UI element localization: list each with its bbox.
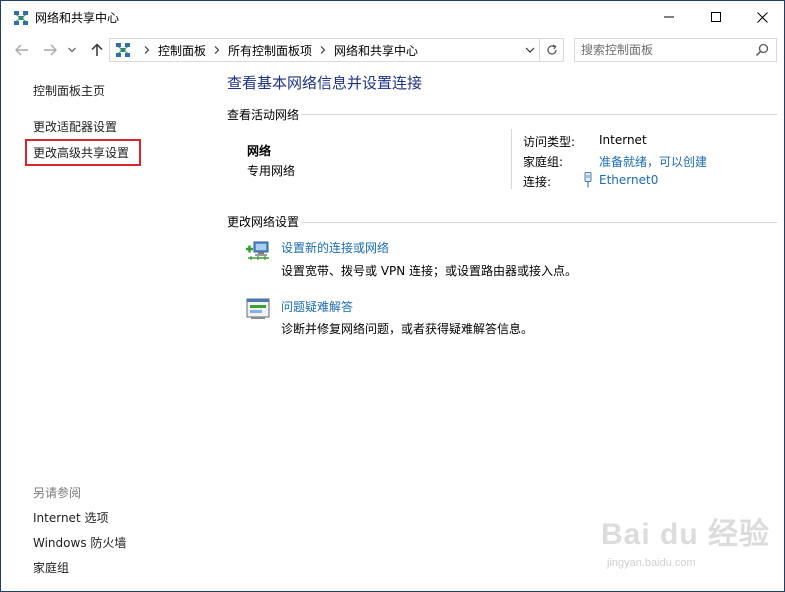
watermark-text: Bai du 经验 — [601, 518, 771, 551]
close-button[interactable] — [739, 1, 784, 33]
arrow-up-icon — [91, 43, 103, 56]
access-type-label: 访问类型: — [523, 135, 576, 149]
network-type[interactable]: 专用网络 — [247, 162, 295, 179]
up-button[interactable] — [88, 41, 106, 59]
troubleshoot-desc: 诊断并修复网络问题，或者获得疑难解答信息。 — [281, 322, 534, 336]
arrow-right-icon — [44, 44, 57, 56]
breadcrumb-control-panel[interactable]: 控制面板 — [158, 42, 206, 59]
setup-new-connection-desc: 设置宽带、拨号或 VPN 连接；或设置路由器或接入点。 — [281, 264, 578, 278]
arrow-left-icon — [15, 44, 28, 56]
refresh-icon — [546, 44, 557, 55]
refresh-button[interactable] — [540, 38, 564, 62]
control-panel-home-link[interactable]: 控制面板主页 — [33, 83, 105, 99]
window-title: 网络和共享中心 — [35, 11, 120, 25]
change-network-settings-heading: 更改网络设置 — [227, 215, 300, 229]
back-button[interactable] — [13, 41, 31, 59]
section-divider — [301, 222, 777, 223]
breadcrumb-all-items[interactable]: 所有控制面板项 — [228, 42, 312, 59]
baidu-watermark: Bai du 经验 jingyan.baidu.com — [601, 509, 779, 589]
address-bar[interactable]: 控制面板 所有控制面板项 网络和共享中心 — [109, 38, 540, 62]
homegroup-value-link[interactable]: 准备就绪，可以创建 — [599, 153, 707, 170]
chevron-right-icon[interactable] — [214, 46, 220, 54]
active-networks-heading: 查看活动网络 — [227, 108, 300, 122]
troubleshoot-icon[interactable] — [245, 296, 271, 322]
ethernet-icon — [584, 172, 592, 188]
ethernet-connection-link[interactable]: Ethernet0 — [599, 173, 658, 187]
change-adapter-settings-link[interactable]: 更改适配器设置 — [33, 119, 117, 135]
new-connection-icon[interactable] — [245, 237, 271, 263]
close-icon — [756, 11, 768, 23]
page-title: 查看基本网络信息并设置连接 — [227, 74, 423, 92]
setup-new-connection-link[interactable]: 设置新的连接或网络 — [281, 239, 389, 256]
windows-firewall-link[interactable]: Windows 防火墙 — [33, 534, 126, 551]
window: 网络和共享中心 控制面板 所有控制面板项 网络和共享中心 搜索控制面板 控制面板… — [0, 0, 785, 592]
chevron-down-icon — [68, 47, 76, 53]
internet-options-link[interactable]: Internet 选项 — [33, 509, 108, 526]
network-center-icon — [14, 11, 28, 25]
connection-label: 连接: — [523, 175, 552, 189]
search-input[interactable] — [581, 41, 751, 59]
chevron-right-icon[interactable] — [144, 46, 150, 54]
vertical-divider — [511, 129, 512, 189]
chevron-right-icon[interactable] — [320, 46, 326, 54]
see-also-heading: 另请参阅 — [33, 486, 82, 500]
network-center-icon — [116, 43, 130, 57]
breadcrumb-network-center[interactable]: 网络和共享中心 — [334, 42, 418, 59]
search-box[interactable] — [574, 38, 777, 62]
minimize-button[interactable] — [646, 1, 692, 33]
network-name: 网络 — [247, 144, 272, 158]
watermark-subtext: jingyan.baidu.com — [607, 557, 696, 569]
homegroup-link[interactable]: 家庭组 — [33, 559, 69, 576]
section-divider — [301, 114, 777, 115]
troubleshoot-link[interactable]: 问题疑难解答 — [281, 298, 353, 315]
homegroup-label: 家庭组: — [523, 155, 564, 169]
recent-locations-button[interactable] — [63, 41, 81, 59]
search-icon[interactable] — [755, 43, 769, 57]
breadcrumb: 控制面板 所有控制面板项 网络和共享中心 — [136, 39, 418, 61]
minimize-icon — [664, 16, 674, 18]
chevron-down-icon[interactable] — [524, 44, 536, 56]
forward-button[interactable] — [41, 41, 59, 59]
title-bar: 网络和共享中心 — [1, 1, 784, 35]
navigation-bar: 控制面板 所有控制面板项 网络和共享中心 — [1, 35, 784, 65]
access-type-value: Internet — [599, 133, 647, 147]
maximize-button[interactable] — [693, 1, 739, 33]
change-advanced-sharing-link[interactable]: 更改高级共享设置 — [33, 145, 129, 161]
maximize-icon — [711, 12, 721, 22]
